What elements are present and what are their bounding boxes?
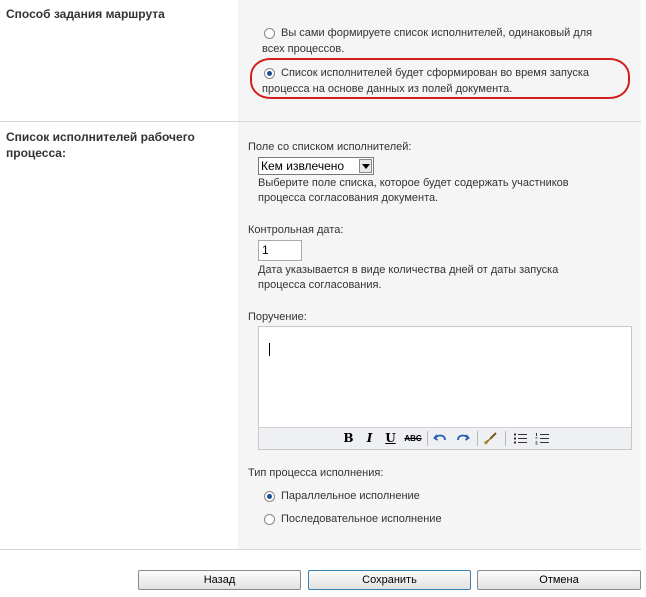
- due-date-input[interactable]: 1: [258, 240, 302, 261]
- back-button[interactable]: Назад: [138, 570, 301, 590]
- route-manual-label-line2: всех процессов.: [262, 43, 345, 55]
- executors-field-select[interactable]: Кем извлечено: [258, 157, 374, 175]
- redo-icon[interactable]: [455, 431, 470, 446]
- toolbar-separator: [505, 431, 506, 446]
- numbered-list-icon[interactable]: [535, 431, 550, 446]
- route-section-title: Способ задания маршрута: [6, 7, 165, 21]
- highlight-oval: [250, 58, 630, 99]
- executors-section-title-line1: Список исполнителей рабочего: [6, 130, 195, 144]
- editor-toolbar: B I U ABC: [259, 427, 631, 449]
- executors-field-help-line1: Выберите поле списка, которое будет соде…: [258, 177, 569, 189]
- footer-divider: [0, 549, 641, 550]
- task-editor[interactable]: B I U ABC: [258, 326, 632, 450]
- executors-section-title-line2: процесса:: [6, 146, 66, 160]
- italic-button[interactable]: I: [362, 431, 377, 446]
- bulleted-list-icon[interactable]: [513, 431, 528, 446]
- due-date-help-line1: Дата указывается в виде количества дней …: [258, 264, 559, 276]
- route-manual-label-line1: Вы сами формируете список исполнителей, …: [281, 27, 593, 39]
- due-date-help-line2: процесса согласования.: [258, 279, 382, 291]
- exec-parallel-radio[interactable]: [264, 491, 275, 502]
- text-caret: [269, 343, 270, 356]
- toolbar-separator: [427, 431, 428, 446]
- exec-parallel-label: Параллельное исполнение: [281, 490, 420, 502]
- chevron-down-icon[interactable]: [359, 159, 372, 173]
- bold-button[interactable]: B: [341, 431, 356, 446]
- save-button[interactable]: Сохранить: [308, 570, 471, 590]
- route-manual-radio[interactable]: [264, 28, 275, 39]
- exec-sequential-radio[interactable]: [264, 514, 275, 525]
- section-divider: [0, 121, 641, 122]
- exec-type-label: Тип процесса исполнения:: [248, 467, 384, 479]
- executors-field-help-line2: процесса согласования документа.: [258, 192, 439, 204]
- executors-field-label: Поле со списком исполнителей:: [248, 141, 412, 153]
- due-date-label: Контрольная дата:: [248, 224, 344, 236]
- clear-format-brush-icon[interactable]: [483, 431, 498, 446]
- exec-sequential-label: Последовательное исполнение: [281, 513, 442, 525]
- executors-field-value: Кем извлечено: [261, 159, 345, 173]
- underline-button[interactable]: U: [383, 431, 398, 446]
- strikethrough-button[interactable]: ABC: [403, 431, 423, 446]
- task-label: Поручение:: [248, 311, 307, 323]
- toolbar-separator: [477, 431, 478, 446]
- cancel-button[interactable]: Отмена: [477, 570, 641, 590]
- undo-icon[interactable]: [433, 431, 448, 446]
